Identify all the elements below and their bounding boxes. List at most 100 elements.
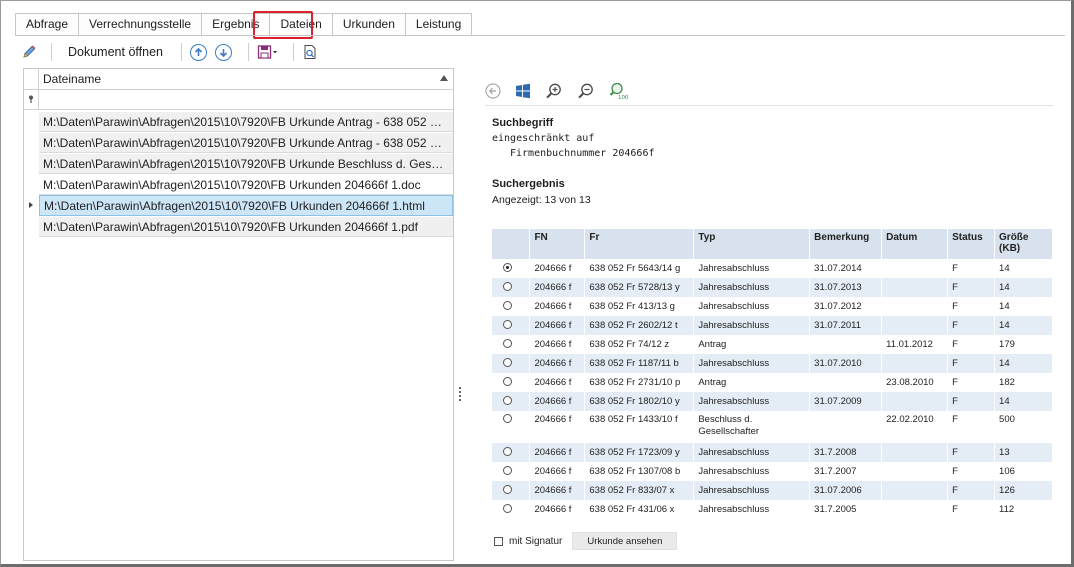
document-search-icon[interactable] [302, 41, 318, 63]
tab-leistung[interactable]: Leistung [404, 13, 473, 35]
zoom-in-icon[interactable] [545, 82, 563, 100]
file-name-cell[interactable]: M:\Daten\Parawin\Abfragen\2015\10\7920\F… [39, 216, 453, 237]
file-name-cell[interactable]: M:\Daten\Parawin\Abfragen\2015\10\7920\F… [39, 174, 453, 195]
table-row[interactable]: M:\Daten\Parawin\Abfragen\2015\10\7920\F… [24, 153, 453, 174]
row-indicator [24, 174, 39, 195]
row-indicator [24, 195, 39, 216]
column-header-size: Größe (KB) [994, 229, 1053, 259]
typ-cell: Jahresabschluss [693, 278, 811, 297]
filter-row[interactable] [24, 90, 453, 110]
file-name-cell[interactable]: M:\Daten\Parawin\Abfragen\2015\10\7920\F… [39, 195, 453, 216]
row-radio-button[interactable] [503, 484, 512, 494]
select-cell[interactable] [492, 278, 531, 297]
file-name-cell[interactable]: M:\Daten\Parawin\Abfragen\2015\10\7920\F… [39, 153, 453, 174]
table-row[interactable]: 204666 f 638 052 Fr 1187/11 b Jahresabschl… [492, 354, 1053, 373]
row-radio-button[interactable] [503, 262, 512, 272]
select-cell[interactable] [492, 392, 531, 411]
select-cell[interactable] [492, 316, 531, 335]
fn-cell: 204666 f [529, 443, 586, 462]
row-radio-button[interactable] [503, 300, 512, 310]
table-row-selected[interactable]: M:\Daten\Parawin\Abfragen\2015\10\7920\F… [24, 195, 453, 216]
row-radio-button[interactable] [503, 319, 512, 329]
table-row[interactable]: 204666 f 638 052 Fr 413/13 g Jahresabschlu… [492, 297, 1053, 316]
table-row[interactable]: 204666 f 638 052 Fr 1433/10 f Beschluss d.… [492, 411, 1053, 443]
table-row[interactable]: 204666 f 638 052 Fr 5643/14 g Jahresabschl… [492, 259, 1053, 278]
table-row[interactable]: M:\Daten\Parawin\Abfragen\2015\10\7920\F… [24, 132, 453, 153]
fr-cell: 638 052 Fr 1433/10 f [584, 411, 695, 443]
row-radio-button[interactable] [503, 357, 512, 367]
signature-checkbox[interactable] [494, 536, 503, 546]
table-row[interactable]: M:\Daten\Parawin\Abfragen\2015\10\7920\F… [24, 174, 453, 195]
zoom-out-icon[interactable] [577, 82, 595, 100]
select-cell[interactable] [492, 462, 531, 481]
toolbar-separator [51, 43, 52, 61]
table-row[interactable]: 204666 f 638 052 Fr 1802/10 y Jahresabschl… [492, 392, 1053, 411]
datum-cell [881, 297, 949, 316]
table-row[interactable]: M:\Daten\Parawin\Abfragen\2015\10\7920\F… [24, 111, 453, 132]
table-row[interactable]: 204666 f 638 052 Fr 5728/13 y Jahresabschl… [492, 278, 1053, 297]
tab-urkunden[interactable]: Urkunden [331, 13, 406, 35]
row-radio-button[interactable] [503, 376, 512, 386]
tab-abfrage[interactable]: Abfrage [15, 13, 80, 35]
back-icon[interactable] [485, 83, 501, 99]
toolbar: Dokument öffnen [21, 39, 324, 65]
view-document-button[interactable]: Urkunde ansehen [572, 532, 678, 550]
svg-text:100: 100 [618, 95, 629, 100]
column-header-dateiname[interactable]: Dateiname [43, 72, 101, 86]
select-cell[interactable] [492, 297, 531, 316]
fr-cell: 638 052 Fr 1307/08 b [584, 462, 695, 481]
table-row[interactable]: 204666 f 638 052 Fr 1307/08 b Jahresabschl… [492, 462, 1053, 481]
table-row[interactable]: 204666 f 638 052 Fr 2731/10 p Antrag 23.08.… [492, 373, 1053, 392]
select-cell[interactable] [492, 373, 531, 392]
row-radio-button[interactable] [503, 503, 512, 513]
table-row[interactable]: 204666 f 638 052 Fr 1723/09 y Jahresabschl… [492, 443, 1053, 462]
row-radio-button[interactable] [503, 395, 512, 405]
row-radio-button[interactable] [503, 414, 512, 423]
size-cell: 179 [994, 335, 1053, 354]
size-cell: 126 [994, 481, 1053, 500]
row-radio-button[interactable] [503, 446, 512, 456]
fr-cell: 638 052 Fr 833/07 x [584, 481, 695, 500]
select-cell[interactable] [492, 443, 531, 462]
select-cell[interactable] [492, 335, 531, 354]
column-header-status: Status [947, 229, 996, 259]
table-row[interactable]: 204666 f 638 052 Fr 431/06 x Jahresabschlu… [492, 500, 1053, 519]
tab-ergebnis[interactable]: Ergebnis [201, 13, 271, 35]
status-cell: F [947, 259, 996, 278]
document-content: Suchbegriff eingeschränkt auf Firmenbuch… [492, 117, 1054, 206]
arrow-down-circle-icon[interactable] [214, 43, 232, 61]
select-cell[interactable] [492, 481, 531, 500]
open-document-button[interactable]: Dokument öffnen [68, 45, 163, 59]
row-radio-button[interactable] [503, 281, 512, 291]
pencil-icon[interactable] [21, 41, 37, 63]
table-row[interactable]: 204666 f 638 052 Fr 833/07 x Jahresabschlu… [492, 481, 1053, 500]
status-cell: F [947, 462, 996, 481]
select-cell[interactable] [492, 259, 531, 278]
column-header-select [492, 229, 531, 259]
row-radio-button[interactable] [503, 465, 512, 475]
table-row[interactable]: 204666 f 638 052 Fr 74/12 z Antrag 11.01.20… [492, 335, 1053, 354]
table-row[interactable]: M:\Daten\Parawin\Abfragen\2015\10\7920\F… [24, 216, 453, 237]
save-dropdown-icon[interactable] [257, 41, 279, 63]
typ-cell: Jahresabschluss [693, 316, 811, 335]
file-name-cell[interactable]: M:\Daten\Parawin\Abfragen\2015\10\7920\F… [39, 132, 453, 153]
splitter-handle[interactable] [459, 387, 462, 403]
arrow-up-circle-icon[interactable] [189, 43, 207, 61]
row-radio-button[interactable] [503, 338, 512, 348]
fn-cell: 204666 f [529, 481, 586, 500]
tab-dateien[interactable]: Dateien [269, 13, 333, 35]
datum-cell [881, 259, 949, 278]
sort-ascending-icon[interactable] [440, 75, 448, 81]
select-cell[interactable] [492, 411, 531, 443]
windows-icon[interactable] [515, 83, 531, 99]
signature-label: mit Signatur [509, 535, 563, 547]
zoom-100-icon[interactable]: 100 [609, 82, 629, 100]
table-row[interactable]: 204666 f 638 052 Fr 2602/12 t Jahresabschl… [492, 316, 1053, 335]
bemerkung-cell [809, 411, 883, 443]
fn-cell: 204666 f [529, 278, 586, 297]
file-name-cell[interactable]: M:\Daten\Parawin\Abfragen\2015\10\7920\F… [39, 111, 453, 132]
select-cell[interactable] [492, 500, 531, 519]
typ-cell: Jahresabschluss [693, 462, 811, 481]
select-cell[interactable] [492, 354, 531, 373]
tab-verrechnungsstelle[interactable]: Verrechnungsstelle [78, 13, 203, 35]
